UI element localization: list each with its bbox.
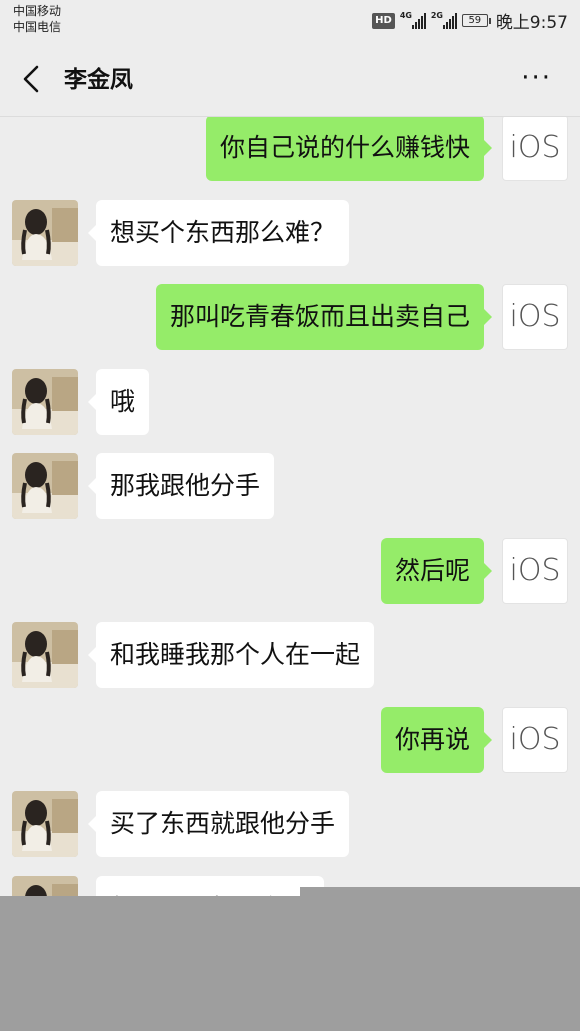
carrier-2: 中国电信 <box>13 20 62 34</box>
contact-avatar[interactable] <box>12 453 78 519</box>
self-avatar-label: iOS <box>509 130 561 165</box>
outgoing-message-bubble[interactable]: 你再说 <box>380 707 493 773</box>
self-avatar-label: iOS <box>509 553 561 588</box>
incoming-message-bubble[interactable]: 买了东西就跟他分手 <box>87 791 350 857</box>
status-bar: 中国移动 中国电信 HD 4G 2G 59 晚上9:57 <box>0 0 580 40</box>
message-row-incoming: 哦 <box>0 369 580 435</box>
chat-title: 李金凤 <box>64 67 133 93</box>
battery-level: 59 <box>461 14 488 27</box>
incoming-message-bubble[interactable]: 然后我又想买东西 <box>96 876 325 897</box>
outgoing-message-bubble[interactable]: 你自己说的什么赚钱快 <box>205 117 493 181</box>
self-avatar[interactable]: iOS <box>502 284 568 350</box>
message-row-outgoing: iOS 然后呢 <box>0 538 580 604</box>
carrier-1: 中国移动 <box>13 4 62 18</box>
contact-avatar[interactable] <box>12 791 78 857</box>
signal-2g-icon: 2G <box>430 10 457 29</box>
message-row-incoming: 那我跟他分手 <box>0 453 580 519</box>
clock: 晚上9:57 <box>495 13 568 33</box>
message-row-outgoing: iOS 你再说 <box>0 707 580 773</box>
incoming-message-bubble[interactable]: 那我跟他分手 <box>87 453 275 519</box>
message-row-incoming: 买了东西就跟他分手 <box>0 791 580 857</box>
self-avatar[interactable]: iOS <box>502 117 568 181</box>
more-options-icon[interactable]: ··· <box>521 63 552 93</box>
message-row-outgoing: iOS 你自己说的什么赚钱快 <box>0 117 580 181</box>
incoming-message-bubble[interactable]: 哦 <box>87 369 150 435</box>
outgoing-message-bubble[interactable]: 然后呢 <box>380 538 493 604</box>
incoming-message-bubble[interactable]: 和我睡我那个人在一起 <box>87 622 375 688</box>
message-list[interactable]: iOS 你自己说的什么赚钱快想买个东西那么难？ iOS 那叫吃青春饭而且出卖自己哦那我… <box>0 117 580 897</box>
message-row-incoming: 想买个东西那么难？ <box>0 200 580 266</box>
signal-4g-icon: 4G <box>399 10 426 29</box>
incoming-message-bubble[interactable]: 想买个东西那么难？ <box>87 200 350 266</box>
self-avatar-label: iOS <box>509 299 561 334</box>
carrier-labels: 中国移动 中国电信 <box>13 3 61 35</box>
contact-avatar[interactable] <box>12 876 78 897</box>
outgoing-message-bubble[interactable]: 那叫吃青春饭而且出卖自己 <box>155 284 493 350</box>
battery-icon: 59 <box>461 14 491 27</box>
contact-avatar[interactable] <box>12 200 78 266</box>
contact-avatar[interactable] <box>12 622 78 688</box>
message-row-outgoing: iOS 那叫吃青春饭而且出卖自己 <box>0 284 580 350</box>
network-type-1: 4G <box>399 10 412 20</box>
contact-avatar[interactable] <box>12 369 78 435</box>
message-row-incoming: 和我睡我那个人在一起 <box>0 622 580 688</box>
gray-overlay <box>0 896 580 1031</box>
back-arrow-icon[interactable] <box>18 64 48 94</box>
self-avatar-label: iOS <box>509 722 561 757</box>
self-avatar[interactable]: iOS <box>502 707 568 773</box>
hd-badge: HD <box>372 12 395 29</box>
chat-header: 李金凤 ··· <box>0 40 580 117</box>
self-avatar[interactable]: iOS <box>502 538 568 604</box>
status-icons: HD 4G 2G 59 晚上9:57 <box>372 8 568 33</box>
network-type-2: 2G <box>430 10 443 20</box>
